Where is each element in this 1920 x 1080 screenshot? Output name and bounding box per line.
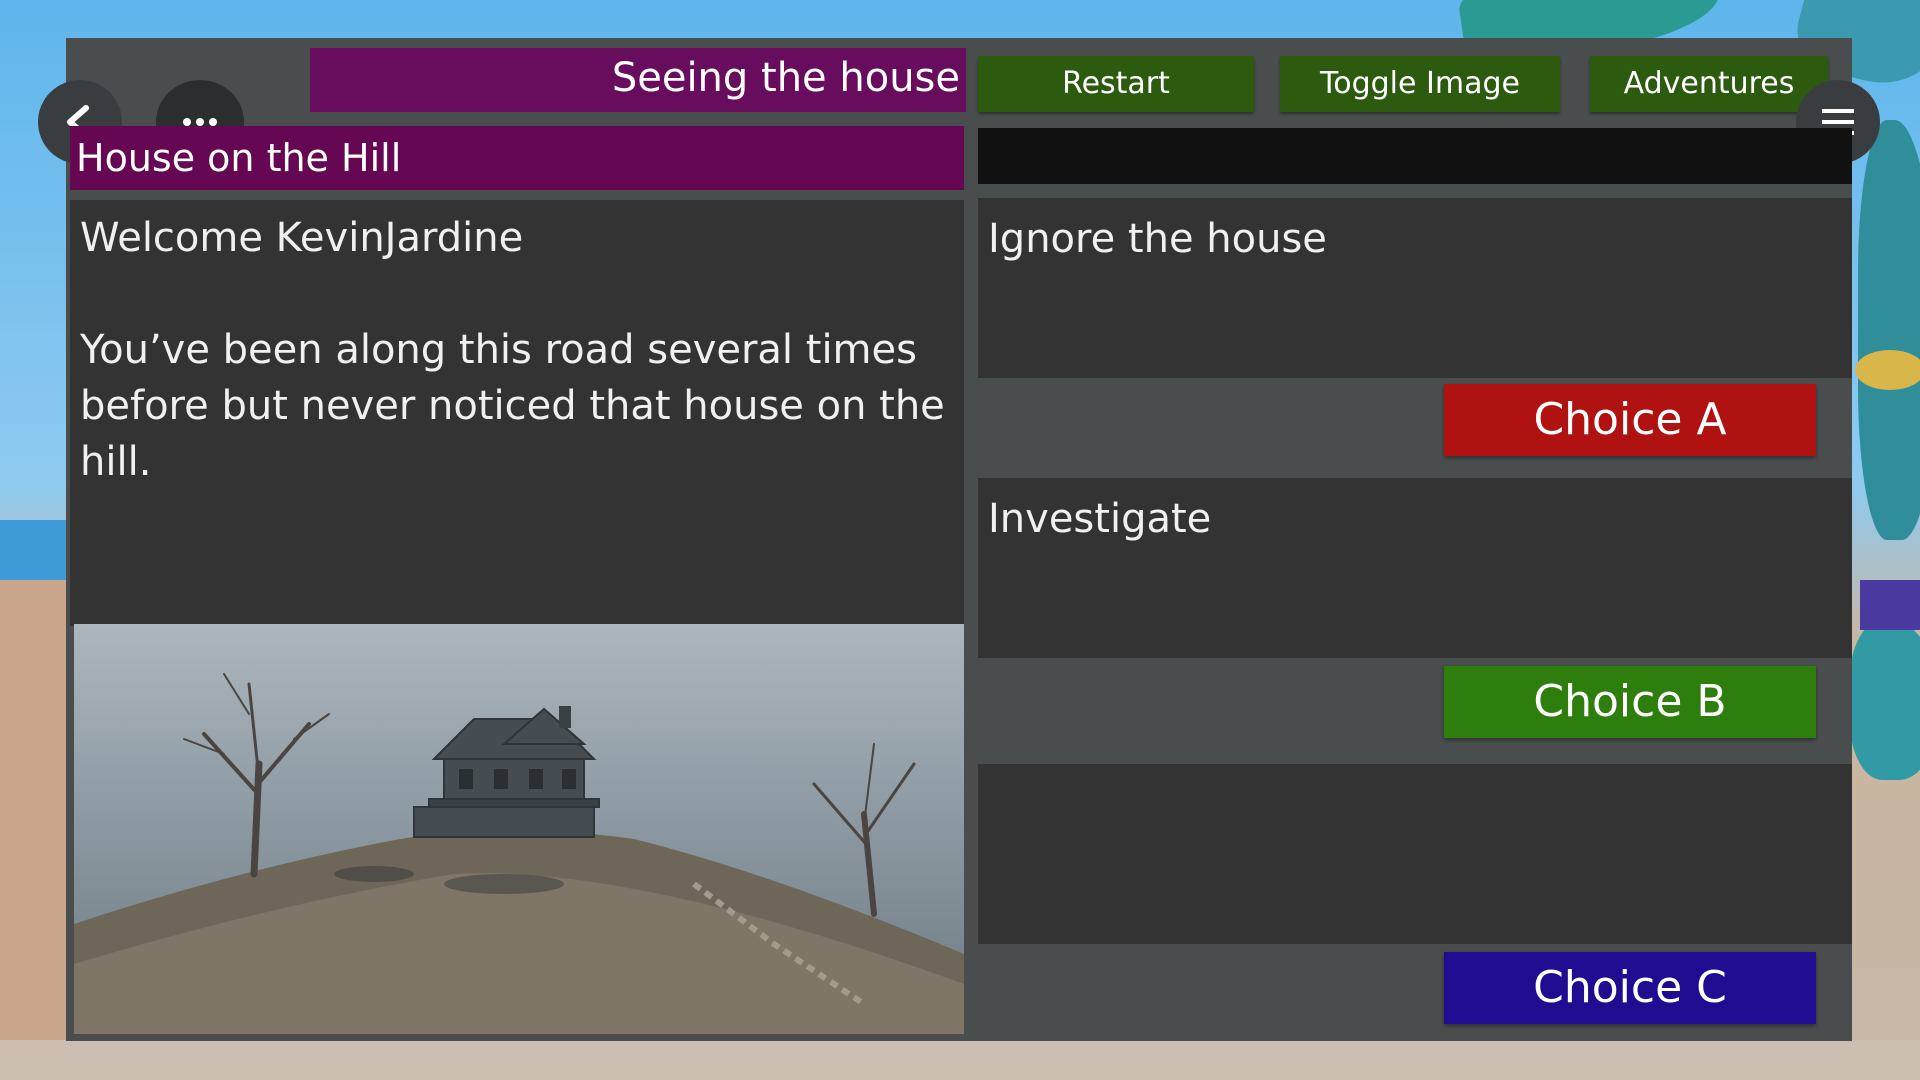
scene-image [74, 624, 964, 1034]
choice-c-button[interactable]: Choice C [1444, 952, 1816, 1024]
sand-floor [0, 1040, 1920, 1080]
status-bar [978, 128, 1852, 184]
adventures-button[interactable]: Adventures [1590, 56, 1828, 112]
restart-button[interactable]: Restart [978, 56, 1254, 112]
welcome-text: Welcome KevinJardine [80, 215, 524, 261]
story-text-area: Welcome KevinJardine You’ve been along t… [70, 200, 964, 626]
coral [1855, 350, 1920, 390]
choice-b-text: Investigate [978, 478, 1852, 658]
choice-a-button[interactable]: Choice A [1444, 384, 1816, 456]
scene-title: Seeing the house [310, 48, 966, 112]
world-prop [1860, 580, 1920, 630]
adventure-title: House on the Hill [70, 126, 964, 190]
choice-a-text: Ignore the house [978, 198, 1852, 378]
choice-b-button[interactable]: Choice B [1444, 666, 1816, 738]
plant [1850, 620, 1920, 780]
more-dots-icon [183, 118, 217, 126]
choice-c-text [978, 764, 1852, 944]
plant [1858, 120, 1920, 540]
toggle-image-button[interactable]: Toggle Image [1280, 56, 1560, 112]
story-text: You’ve been along this road several time… [80, 327, 945, 485]
adventure-panel: Seeing the house Restart Toggle Image Ad… [38, 38, 1880, 1041]
